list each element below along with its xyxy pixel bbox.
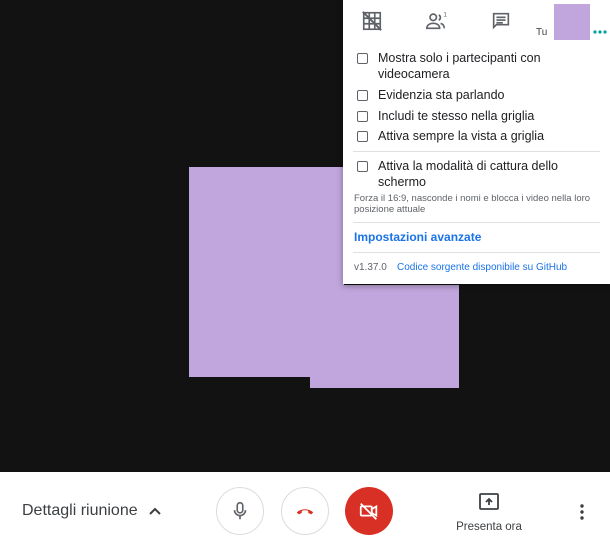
hang-up-button[interactable] [281, 487, 329, 535]
option-only-camera[interactable]: Mostra solo i partecipanti con videocame… [357, 50, 604, 82]
present-screen-icon [479, 493, 499, 510]
hang-up-icon [296, 509, 314, 515]
svg-text:1: 1 [443, 11, 447, 18]
checkbox[interactable] [357, 111, 368, 122]
microphone-button[interactable] [216, 487, 264, 535]
self-preview[interactable] [554, 4, 590, 40]
version-label: v1.37.0 [354, 262, 387, 273]
present-now-label: Presenta ora [456, 521, 522, 533]
chat-tab[interactable] [484, 6, 518, 36]
meeting-details-label: Dettagli riunione [22, 502, 138, 519]
more-horizontal-icon [593, 30, 607, 34]
camera-off-button[interactable] [345, 487, 393, 535]
people-tab[interactable]: 1 [419, 6, 453, 36]
grid-settings-panel: 1 Tu Mostra solo i partecipanti con vide… [343, 0, 610, 284]
checkbox[interactable] [357, 161, 368, 172]
more-actions-button[interactable] [572, 500, 592, 524]
participant-tile-overlap [344, 285, 406, 377]
present-now-button[interactable]: Presenta ora [446, 492, 532, 533]
panel-tabs: 1 Tu [343, 0, 610, 40]
checkbox[interactable] [357, 53, 368, 64]
divider [353, 252, 600, 253]
microphone-icon [233, 501, 247, 520]
option-include-self[interactable]: Includi te stesso nella griglia [357, 108, 604, 124]
chat-icon [492, 12, 510, 30]
bottom-bar: Dettagli riunione Presenta ora [0, 472, 610, 551]
divider [353, 151, 600, 152]
capture-mode-note: Forza il 16:9, nasconde i nomi e blocca … [354, 193, 591, 215]
option-screen-capture[interactable]: Attiva la modalità di cattura dello sche… [357, 158, 604, 190]
advanced-settings-link[interactable]: Impostazioni avanzate [354, 230, 481, 244]
camera-off-icon [359, 503, 378, 520]
grid-off-icon [362, 11, 382, 31]
meeting-details-button[interactable]: Dettagli riunione [22, 502, 162, 520]
self-label: Tu [536, 27, 548, 38]
people-icon: 1 [426, 11, 447, 30]
grid-view-tab[interactable] [355, 6, 389, 36]
chevron-up-icon [148, 507, 161, 515]
source-code-link[interactable]: Codice sorgente disponibile su GitHub [397, 262, 567, 273]
checkbox[interactable] [357, 90, 368, 101]
more-vertical-icon [580, 504, 584, 520]
checkbox[interactable] [357, 131, 368, 142]
option-always-grid[interactable]: Attiva sempre la vista a griglia [357, 128, 604, 144]
option-highlight-speaker[interactable]: Evidenzia sta parlando [357, 87, 604, 103]
more-options-button[interactable] [592, 24, 608, 40]
divider [353, 222, 600, 223]
